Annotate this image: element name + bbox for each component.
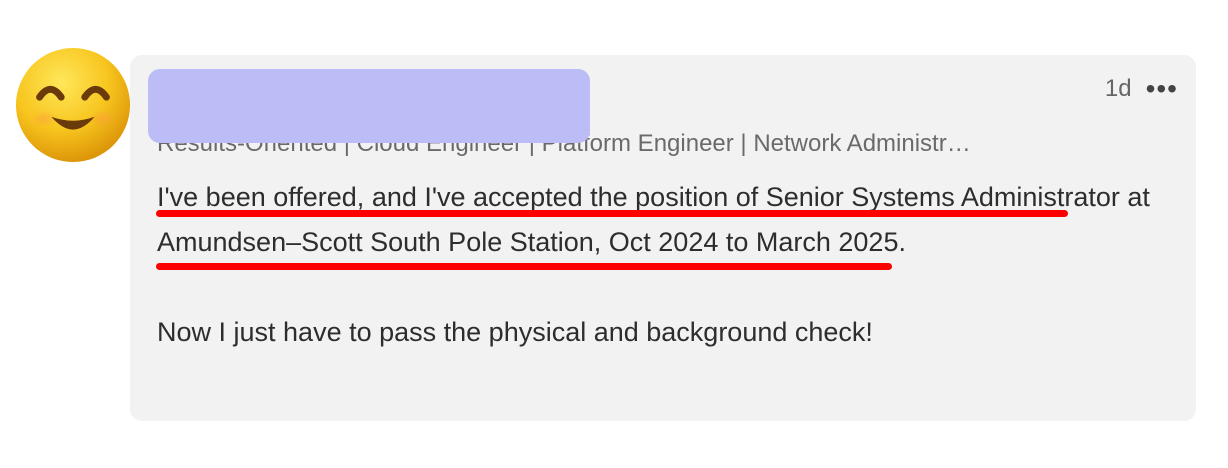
- comment-paragraph-1: I've been offered, and I've accepted the…: [157, 182, 1150, 257]
- comment-meta: 1d •••: [1105, 75, 1178, 103]
- timestamp: 1d: [1104, 75, 1132, 102]
- more-options-icon[interactable]: •••: [1146, 75, 1178, 103]
- annotation-underline-1: [156, 210, 1068, 217]
- avatar[interactable]: [14, 46, 132, 164]
- author-name-redaction: [148, 69, 590, 143]
- smiling-face-icon: [15, 47, 131, 163]
- annotation-underline-2: [156, 263, 892, 270]
- comment-paragraph-2: Now I just have to pass the physical and…: [157, 317, 873, 347]
- comment-card: Results-Oriented | Cloud Engineer | Plat…: [0, 0, 1228, 468]
